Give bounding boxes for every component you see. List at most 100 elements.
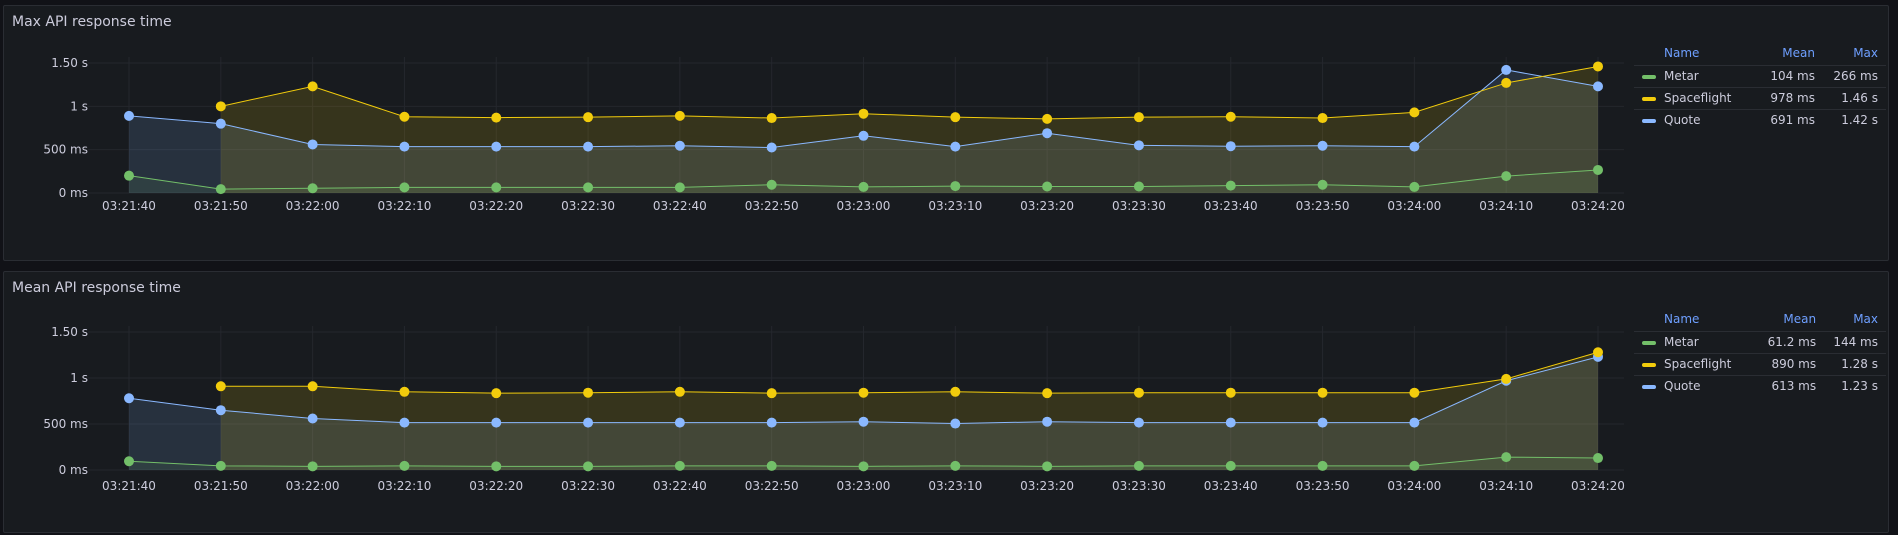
data-point-quote[interactable] <box>950 418 961 429</box>
legend-row-quote[interactable]: Quote 691 ms 1.42 s <box>1634 109 1886 131</box>
data-point-metar[interactable] <box>766 179 777 190</box>
data-point-metar[interactable] <box>950 460 961 471</box>
data-point-quote[interactable] <box>307 413 318 424</box>
data-point-quote[interactable] <box>1133 140 1144 151</box>
data-point-spaceflight[interactable] <box>1501 77 1512 88</box>
data-point-quote[interactable] <box>491 417 502 428</box>
legend-col-max[interactable]: Max <box>1824 308 1886 332</box>
data-point-spaceflight[interactable] <box>583 112 594 123</box>
data-point-spaceflight[interactable] <box>766 388 777 399</box>
data-point-metar[interactable] <box>1317 460 1328 471</box>
data-point-metar[interactable] <box>1317 179 1328 190</box>
data-point-metar[interactable] <box>1501 171 1512 182</box>
data-point-metar[interactable] <box>215 184 226 195</box>
data-point-metar[interactable] <box>1409 460 1420 471</box>
data-point-quote[interactable] <box>1225 417 1236 428</box>
data-point-metar[interactable] <box>215 460 226 471</box>
legend-col-max[interactable]: Max <box>1823 42 1886 66</box>
legend-row-metar[interactable]: Metar 61.2 ms 144 ms <box>1634 331 1886 354</box>
legend-row-metar[interactable]: Metar 104 ms 266 ms <box>1634 65 1886 88</box>
data-point-quote[interactable] <box>1317 417 1328 428</box>
data-point-spaceflight[interactable] <box>491 112 502 123</box>
data-point-spaceflight[interactable] <box>766 113 777 124</box>
data-point-metar[interactable] <box>307 461 318 472</box>
data-point-metar[interactable] <box>124 456 134 467</box>
data-point-metar[interactable] <box>674 182 685 193</box>
data-point-spaceflight[interactable] <box>674 110 685 121</box>
data-point-quote[interactable] <box>1501 64 1512 75</box>
data-point-quote[interactable] <box>307 139 318 150</box>
legend-col-mean[interactable]: Mean <box>1760 42 1823 66</box>
data-point-spaceflight[interactable] <box>1133 387 1144 398</box>
data-point-metar[interactable] <box>1133 460 1144 471</box>
data-point-quote[interactable] <box>1225 141 1236 152</box>
data-point-spaceflight[interactable] <box>491 388 502 399</box>
data-point-metar[interactable] <box>766 460 777 471</box>
data-point-spaceflight[interactable] <box>307 81 318 92</box>
data-point-spaceflight[interactable] <box>1593 61 1603 72</box>
data-point-quote[interactable] <box>399 141 410 152</box>
data-point-spaceflight[interactable] <box>1225 387 1236 398</box>
data-point-metar[interactable] <box>583 182 594 193</box>
data-point-spaceflight[interactable] <box>1042 388 1053 399</box>
data-point-spaceflight[interactable] <box>1409 107 1420 118</box>
data-point-spaceflight[interactable] <box>950 386 961 397</box>
data-point-metar[interactable] <box>491 461 502 472</box>
data-point-spaceflight[interactable] <box>1409 387 1420 398</box>
data-point-metar[interactable] <box>858 181 869 192</box>
data-point-quote[interactable] <box>858 130 869 141</box>
legend-col-name[interactable]: Name <box>1634 42 1760 66</box>
data-point-metar[interactable] <box>674 460 685 471</box>
data-point-quote[interactable] <box>1133 417 1144 428</box>
data-point-metar[interactable] <box>124 170 134 181</box>
data-point-spaceflight[interactable] <box>1593 347 1603 358</box>
data-point-spaceflight[interactable] <box>215 101 226 112</box>
data-point-quote[interactable] <box>766 142 777 153</box>
data-point-spaceflight[interactable] <box>1133 112 1144 123</box>
data-point-quote[interactable] <box>1317 140 1328 151</box>
data-point-quote[interactable] <box>399 417 410 428</box>
data-point-metar[interactable] <box>399 460 410 471</box>
data-point-spaceflight[interactable] <box>1317 113 1328 124</box>
data-point-metar[interactable] <box>583 461 594 472</box>
data-point-metar[interactable] <box>1593 453 1603 464</box>
data-point-quote[interactable] <box>1409 417 1420 428</box>
data-point-spaceflight[interactable] <box>1317 387 1328 398</box>
data-point-quote[interactable] <box>766 417 777 428</box>
data-point-quote[interactable] <box>1042 128 1053 139</box>
data-point-quote[interactable] <box>491 141 502 152</box>
data-point-quote[interactable] <box>124 393 134 404</box>
data-point-metar[interactable] <box>1501 452 1512 463</box>
data-point-metar[interactable] <box>1225 180 1236 191</box>
data-point-spaceflight[interactable] <box>1042 113 1053 124</box>
data-point-metar[interactable] <box>1042 181 1053 192</box>
legend-row-spaceflight[interactable]: Spaceflight 890 ms 1.28 s <box>1634 353 1886 376</box>
data-point-quote[interactable] <box>215 118 226 129</box>
data-point-spaceflight[interactable] <box>1501 373 1512 384</box>
data-point-metar[interactable] <box>1409 181 1420 192</box>
data-point-spaceflight[interactable] <box>583 387 594 398</box>
data-point-quote[interactable] <box>215 405 226 416</box>
data-point-spaceflight[interactable] <box>858 108 869 119</box>
data-point-spaceflight[interactable] <box>674 386 685 397</box>
data-point-spaceflight[interactable] <box>399 386 410 397</box>
data-point-spaceflight[interactable] <box>215 381 226 392</box>
data-point-metar[interactable] <box>399 182 410 193</box>
data-point-quote[interactable] <box>1409 141 1420 152</box>
legend-col-mean[interactable]: Mean <box>1758 308 1824 332</box>
data-point-quote[interactable] <box>1593 81 1603 92</box>
data-point-quote[interactable] <box>124 110 134 121</box>
data-point-quote[interactable] <box>583 417 594 428</box>
data-point-quote[interactable] <box>950 141 961 152</box>
data-point-metar[interactable] <box>491 182 502 193</box>
data-point-metar[interactable] <box>1225 460 1236 471</box>
data-point-quote[interactable] <box>858 416 869 427</box>
legend-row-spaceflight[interactable]: Spaceflight 978 ms 1.46 s <box>1634 87 1886 110</box>
data-point-spaceflight[interactable] <box>399 111 410 122</box>
data-point-spaceflight[interactable] <box>307 381 318 392</box>
data-point-quote[interactable] <box>674 417 685 428</box>
data-point-metar[interactable] <box>1042 461 1053 472</box>
data-point-spaceflight[interactable] <box>858 387 869 398</box>
data-point-spaceflight[interactable] <box>1225 111 1236 122</box>
data-point-quote[interactable] <box>583 141 594 152</box>
